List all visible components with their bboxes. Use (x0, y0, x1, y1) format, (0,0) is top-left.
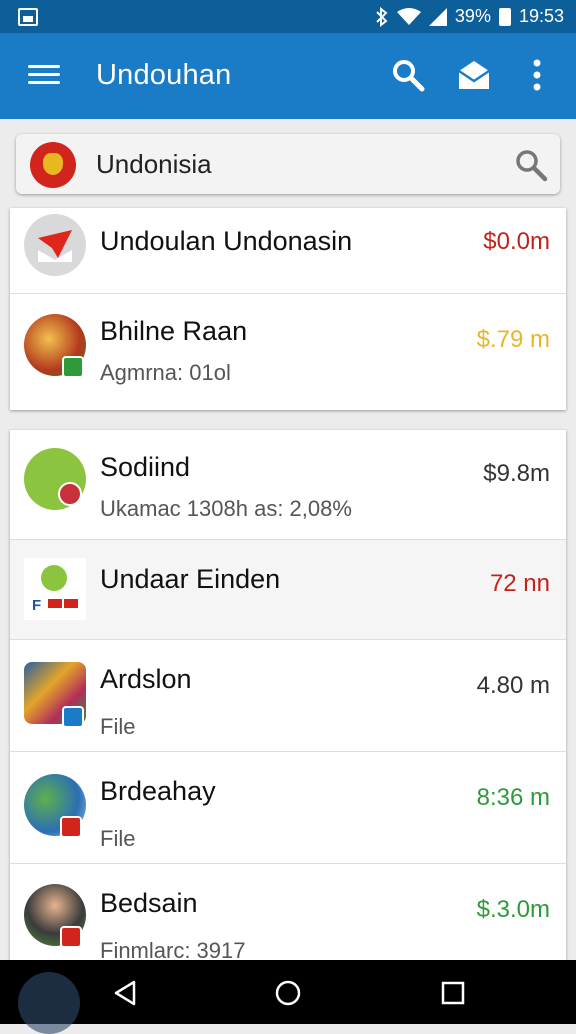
menu-icon[interactable] (28, 63, 60, 87)
status-badge (62, 356, 84, 378)
android-app-icon: F (24, 558, 86, 620)
navigation-bar (0, 960, 576, 1024)
back-icon[interactable] (110, 978, 140, 1008)
recents-icon[interactable] (438, 978, 468, 1008)
status-badge (58, 482, 82, 506)
list-item[interactable]: Bhilne Raan Agmrna: 01ol $.79 m (10, 294, 566, 410)
signal-icon (428, 7, 447, 26)
list-item-value: $.79 m (476, 326, 550, 353)
status-badge (60, 816, 82, 838)
list-item-subtitle: File (100, 714, 136, 739)
battery-icon (498, 7, 511, 26)
more-vert-icon[interactable] (522, 57, 552, 93)
emblem-icon (30, 142, 76, 188)
list-item-title: Ardslon (100, 664, 192, 694)
list-item-value: 72 nn (489, 570, 550, 597)
mail-open-icon[interactable] (456, 57, 492, 93)
status-icons: 39% 19:53 (375, 6, 564, 27)
list-item[interactable]: F Undaar Einden 72 nn (10, 540, 566, 640)
list-item[interactable]: Undoulan Undonasin $0.0m (10, 208, 566, 294)
app-bar: Undouhan (0, 33, 576, 119)
search-value: Undonisia (96, 149, 212, 179)
list-item-title: Bhilne Raan (100, 316, 248, 346)
search-input[interactable]: Undonisia (16, 134, 560, 194)
gmail-icon (24, 214, 86, 276)
list-item[interactable]: Sodiind Ukamac 1308h as: 2,08% $9.8m (10, 430, 566, 540)
gallery-icon (18, 7, 38, 26)
list-item-title: Undoulan Undonasin (100, 226, 353, 256)
home-icon[interactable] (273, 978, 303, 1008)
search-icon[interactable] (390, 57, 426, 93)
list-item-title: Brdeahay (100, 776, 216, 806)
list-item[interactable]: Ardslon File 4.80 m (10, 640, 566, 752)
list-item-title: Sodiind (100, 452, 191, 482)
list-item-subtitle: File (100, 826, 136, 851)
list-item-value: $.3.0m (476, 896, 550, 923)
status-badge (60, 926, 82, 948)
list-item-value: 4.80 m (476, 672, 550, 699)
list-item-title: Bedsain (100, 888, 198, 918)
list-item-subtitle: Agmrna: 01ol (100, 360, 231, 385)
list-card: Undoulan Undonasin $0.0m Bhilne Raan Agm… (10, 208, 566, 410)
wifi-icon (396, 7, 421, 25)
list-item[interactable]: Brdeahay File 8:36 m (10, 752, 566, 864)
search-icon[interactable] (514, 148, 548, 182)
clock: 19:53 (518, 6, 564, 26)
list-item-title: Undaar Einden (100, 564, 281, 594)
list-item-value: $0.0m (483, 228, 550, 255)
list-item-value: 8:36 m (476, 784, 550, 811)
list-item-value: $9.8m (483, 460, 550, 487)
status-badge (62, 706, 84, 728)
list-item-subtitle: Ukamac 1308h as: 2,08% (100, 496, 352, 521)
battery-percent: 39% (454, 6, 491, 26)
svg-text:F: F (32, 597, 41, 614)
status-bar: 39% 19:53 (0, 0, 576, 33)
list-card: Sodiind Ukamac 1308h as: 2,08% $9.8m F U… (10, 430, 566, 990)
page-title: Undouhan (96, 59, 232, 91)
bluetooth-icon (376, 6, 388, 27)
compass-icon (18, 972, 80, 1034)
